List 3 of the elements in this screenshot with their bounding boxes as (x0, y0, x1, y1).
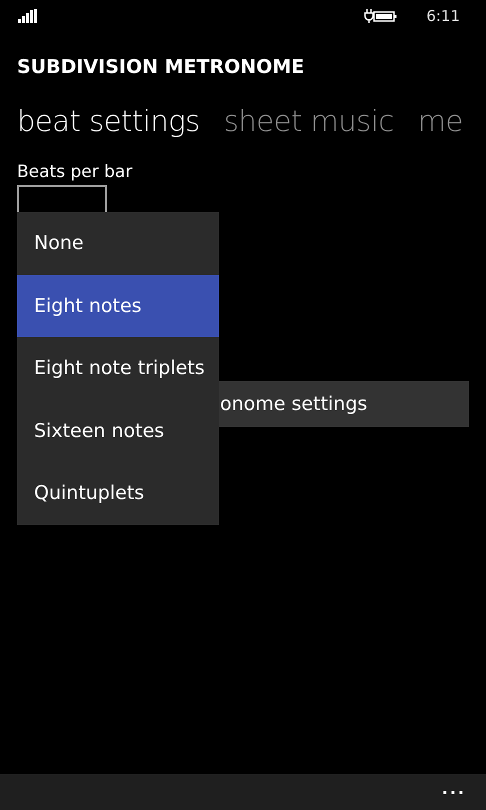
app-title: SUBDIVISION METRONOME (16, 55, 306, 80)
field-label: Beats per bar (17, 162, 134, 182)
clock-time: 6:11 (426, 7, 460, 25)
